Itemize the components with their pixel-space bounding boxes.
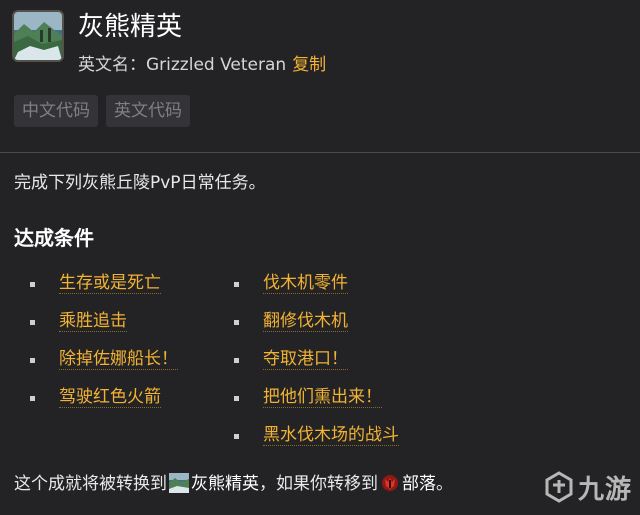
criteria-link[interactable]: 夺取港口！ (263, 349, 348, 370)
landscape-achievement-icon (169, 473, 189, 493)
jiuyou-logo-icon (545, 471, 573, 503)
criteria-item: 生存或是死亡 (30, 270, 178, 308)
chinese-code-button[interactable]: 中文代码 (14, 95, 98, 127)
conversion-prefix: 这个成就将被转换到 (14, 474, 167, 494)
criteria-link[interactable]: 黑水伐木场的战斗 (263, 425, 399, 446)
achievement-header: 灰熊精英 英文名：Grizzled Veteran 复制 (12, 10, 632, 80)
bullet-icon (30, 320, 35, 325)
conversion-suffix: 。 (436, 474, 453, 494)
landscape-achievement-icon (12, 10, 64, 62)
criteria-item: 乘胜追击 (30, 308, 178, 346)
criteria-item: 夺取港口！ (234, 346, 399, 384)
achievement-description: 完成下列灰熊丘陵PvP日常任务。 (14, 173, 266, 193)
horde-icon (380, 473, 400, 493)
criteria-link[interactable]: 除掉佐娜船长！ (59, 349, 178, 370)
criteria-link[interactable]: 伐木机零件 (263, 273, 348, 294)
bullet-icon (30, 282, 35, 287)
copy-link[interactable]: 复制 (292, 55, 326, 75)
bullet-icon (234, 282, 239, 287)
criteria-link[interactable]: 把他们熏出来！ (263, 387, 382, 408)
criteria-item: 除掉佐娜船长！ (30, 346, 178, 384)
english-name-value: Grizzled Veteran (146, 55, 287, 75)
conversion-middle: ，如果你转移到 (259, 474, 378, 494)
bullet-icon (234, 358, 239, 363)
conversion-achievement-link[interactable]: 灰熊精英 (191, 474, 259, 494)
criteria-heading: 达成条件 (14, 226, 94, 250)
faction-link[interactable]: 部落 (402, 474, 436, 494)
criteria-link[interactable]: 生存或是死亡 (59, 273, 161, 294)
divider (0, 152, 640, 153)
criteria-link[interactable]: 翻修伐木机 (263, 311, 348, 332)
bullet-icon (234, 434, 239, 439)
criteria-list-left: 生存或是死亡 乘胜追击 除掉佐娜船长！ 驾驶红色火箭 (30, 270, 178, 422)
watermark: 九游 (544, 469, 632, 505)
criteria-item: 伐木机零件 (234, 270, 399, 308)
english-name-label: 英文名： (78, 55, 146, 75)
bullet-icon (30, 396, 35, 401)
criteria-link[interactable]: 驾驶红色火箭 (59, 387, 161, 408)
bullet-icon (234, 320, 239, 325)
english-code-button[interactable]: 英文代码 (106, 95, 190, 127)
bullet-icon (234, 396, 239, 401)
criteria-item: 黑水伐木场的战斗 (234, 422, 399, 460)
code-button-group: 中文代码 英文代码 (14, 95, 198, 127)
watermark-text: 九游 (577, 474, 632, 505)
criteria-list-right: 伐木机零件 翻修伐木机 夺取港口！ 把他们熏出来！ 黑水伐木场的战斗 (234, 270, 399, 460)
criteria-item: 翻修伐木机 (234, 308, 399, 346)
page-title: 灰熊精英 (78, 12, 183, 42)
bullet-icon (30, 358, 35, 363)
criteria-item: 把他们熏出来！ (234, 384, 399, 422)
conversion-note: 这个成就将被转换到 灰熊精英，如果你转移到 部落。 (14, 472, 453, 496)
criteria-link[interactable]: 乘胜追击 (59, 311, 127, 332)
english-name-row: 英文名：Grizzled Veteran 复制 (78, 54, 326, 76)
criteria-item: 驾驶红色火箭 (30, 384, 178, 422)
